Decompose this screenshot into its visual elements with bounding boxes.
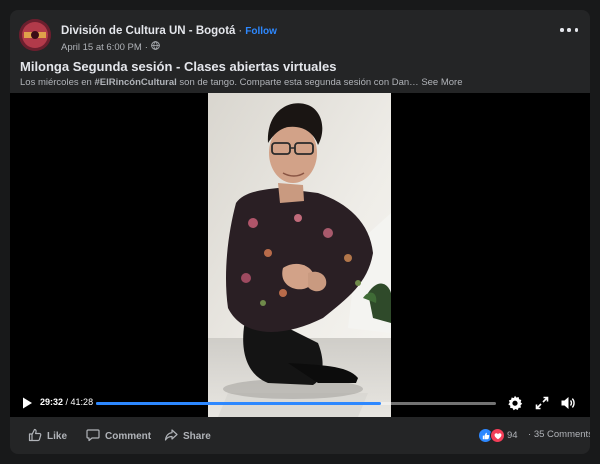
post-title: Milonga Segunda sesión - Clases abiertas… (20, 59, 337, 74)
comments-count[interactable]: · 35 Comments (528, 429, 590, 440)
share-button[interactable]: Share (164, 428, 211, 445)
reactions-summary[interactable]: 94 (478, 428, 518, 443)
comment-icon (86, 428, 100, 445)
name-separator: · (238, 25, 243, 37)
description-suffix: son de tango. Comparte esta segunda sesi… (176, 77, 419, 88)
post-date[interactable]: April 15 at 6:00 PM (61, 42, 142, 53)
description-prefix: Los miércoles en (20, 77, 95, 88)
comment-button[interactable]: Comment (86, 428, 151, 445)
video-controls: 29:32 / 41:28 (10, 389, 590, 417)
video-player[interactable]: 29:32 / 41:28 (10, 93, 590, 417)
progress-bar[interactable] (96, 402, 496, 405)
meta-separator: · (144, 41, 148, 53)
fullscreen-icon[interactable] (534, 395, 550, 411)
duration: 41:28 (70, 397, 94, 407)
video-time: 29:32 / 41:28 (40, 397, 93, 407)
see-more-link[interactable]: See More (421, 77, 462, 88)
comments-label: 35 Comments (533, 429, 590, 440)
page-name-line: División de Cultura UN - Bogotá · Follow (61, 25, 277, 37)
comment-label: Comment (105, 431, 152, 442)
hashtag-link[interactable]: #ElRincónCultural (94, 77, 176, 88)
post-header: División de Cultura UN - Bogotá · Follow A… (10, 10, 590, 60)
more-icon[interactable] (560, 24, 578, 36)
reaction-count: 94 (507, 430, 518, 441)
post-actions: Like Comment Share 94 · 35 Comments (10, 417, 590, 454)
like-icon (28, 428, 42, 445)
post-meta: April 15 at 6:00 PM · (61, 41, 160, 53)
current-time: 29:32 (40, 397, 64, 407)
share-label: Share (183, 431, 211, 442)
post-card: División de Cultura UN - Bogotá · Follow A… (10, 10, 590, 454)
page-name-link[interactable]: División de Cultura UN - Bogotá (61, 25, 235, 37)
like-button[interactable]: Like (28, 428, 67, 445)
progress-fill (96, 402, 381, 405)
comments-separator: · (528, 429, 532, 440)
time-separator: / (63, 397, 71, 407)
post-description: Los miércoles en #ElRincónCultural son d… (20, 77, 580, 88)
globe-icon (151, 41, 160, 53)
settings-icon[interactable] (507, 395, 523, 411)
love-reaction-icon (490, 428, 505, 443)
volume-icon[interactable] (560, 395, 576, 411)
like-label: Like (47, 431, 68, 442)
page-avatar[interactable] (19, 19, 51, 51)
play-icon[interactable] (20, 396, 34, 410)
follow-button[interactable]: Follow (245, 26, 277, 37)
video-frame-image (208, 93, 391, 417)
share-icon (164, 428, 178, 445)
